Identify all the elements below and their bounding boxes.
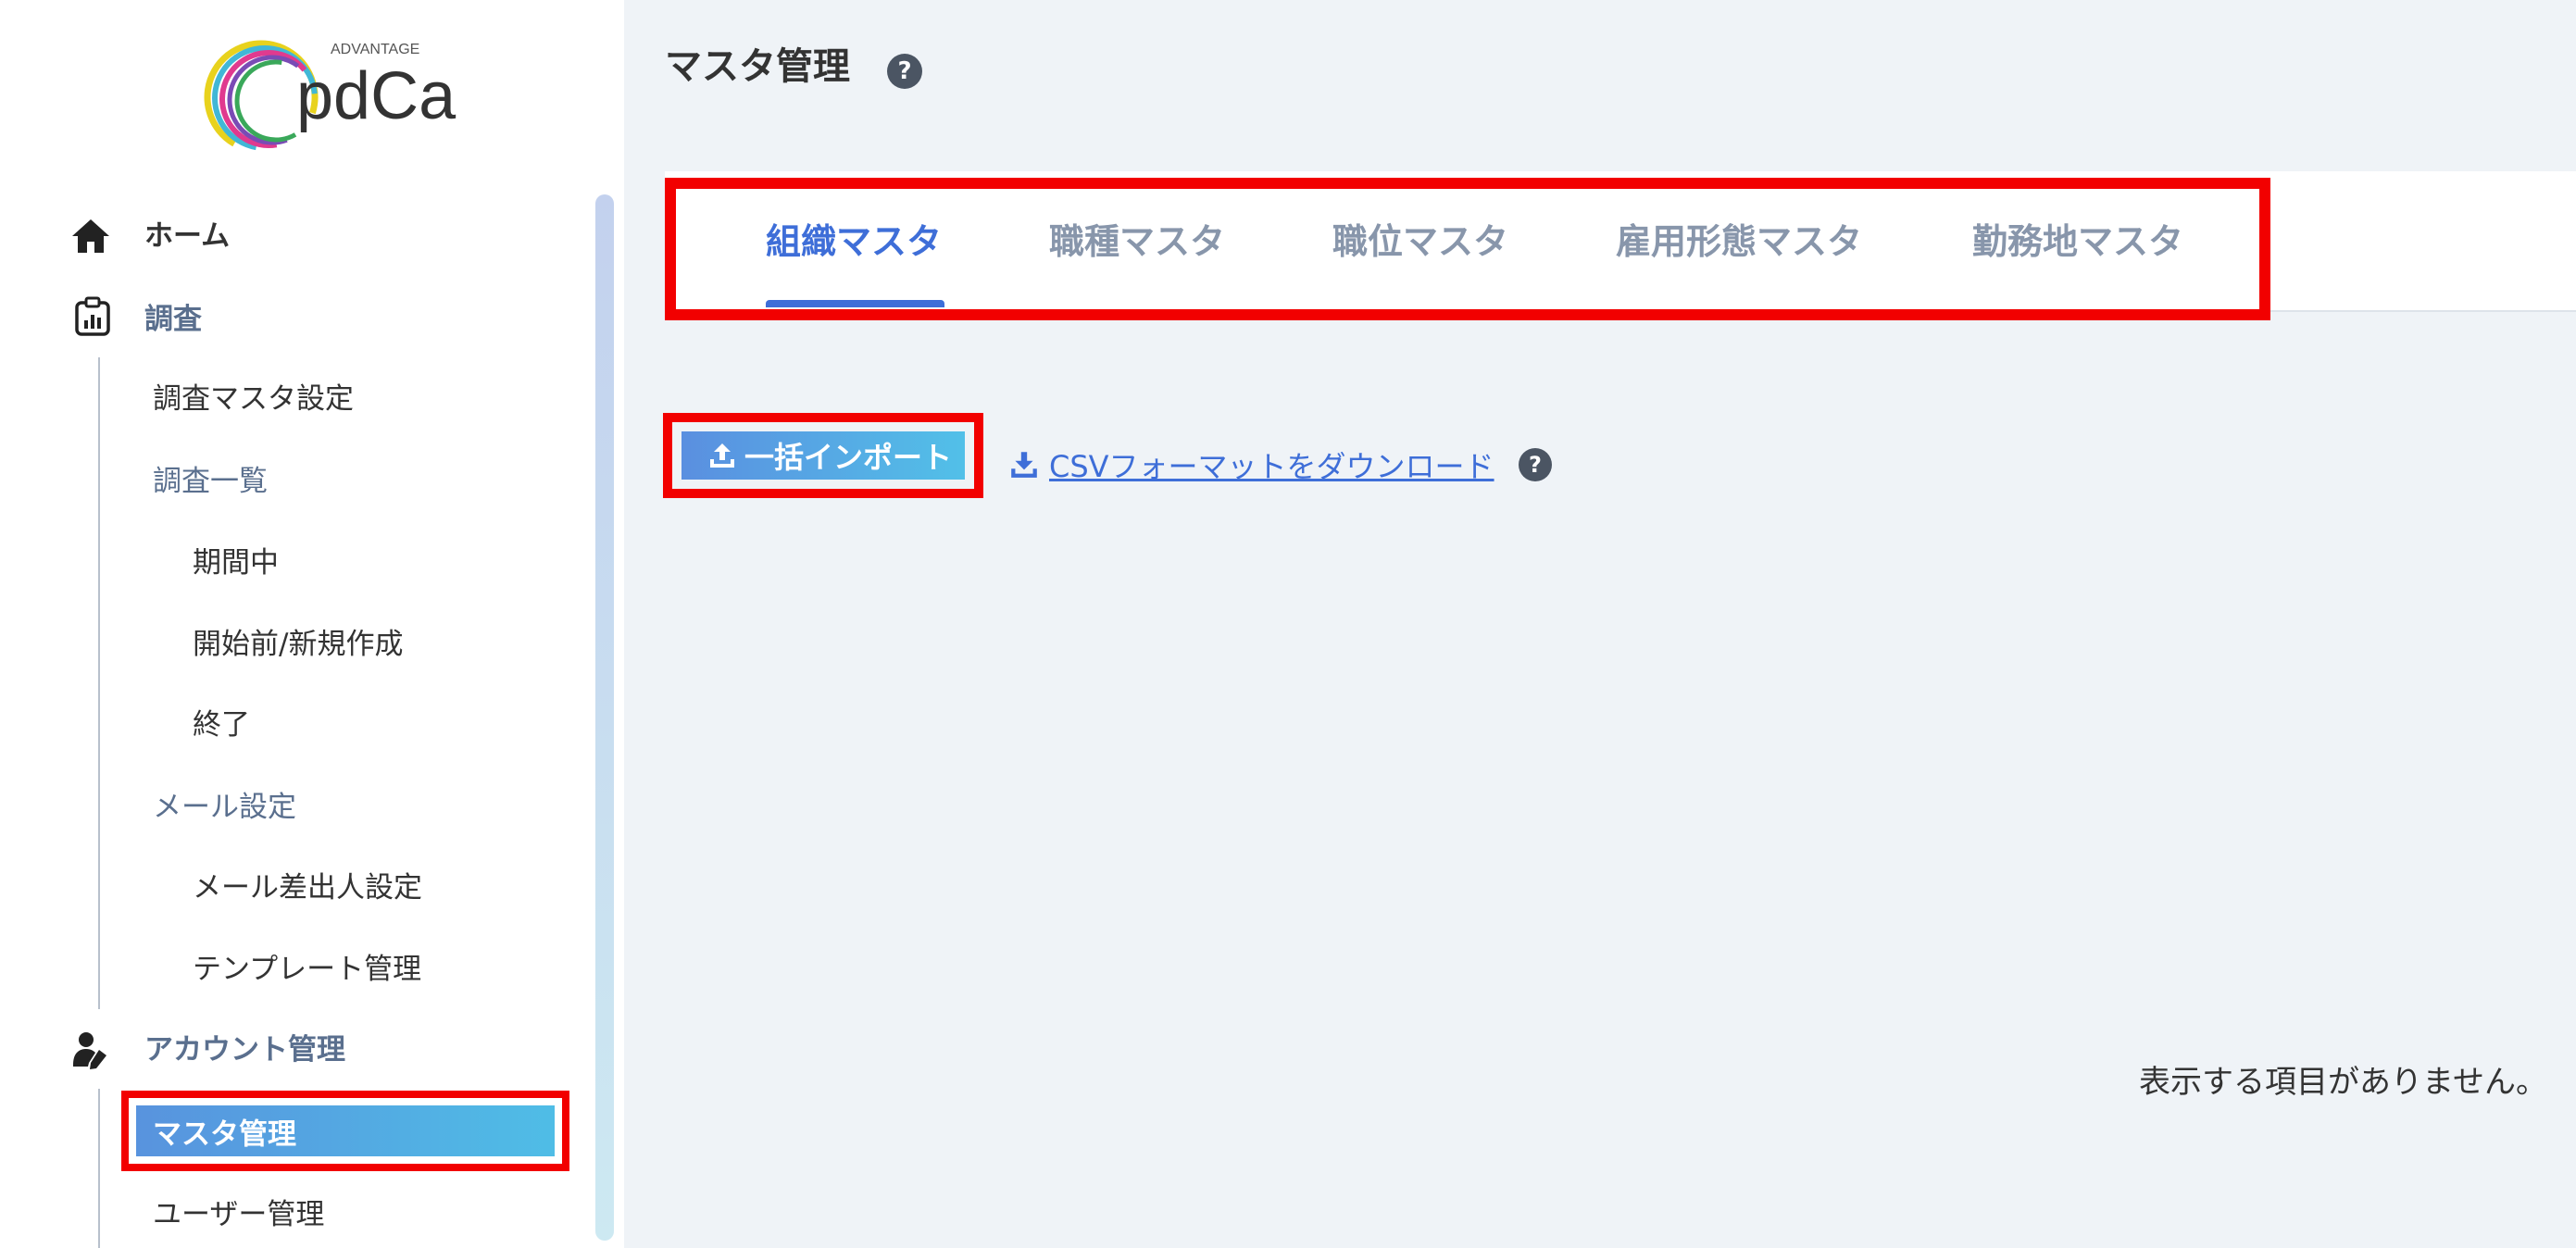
bulk-import-label: 一括インポート <box>744 440 953 475</box>
pdca-logo[interactable]: ADVANTAGE pdCa <box>196 28 474 176</box>
sidebar-item-mail-sender[interactable]: メール差出人設定 <box>193 874 422 903</box>
empty-state-message: 表示する項目がありません。 <box>2139 1064 2547 1101</box>
question-circle-icon[interactable]: ? <box>887 54 922 89</box>
clipboard-chart-icon <box>75 296 110 336</box>
sidebar-item-before-start[interactable]: 開始前/新規作成 <box>193 630 403 659</box>
sidebar-item-master-label: マスタ管理 <box>153 1117 296 1151</box>
sidebar-item-master-active[interactable]: マスタ管理 <box>121 1091 569 1171</box>
tree-line <box>98 1089 100 1248</box>
sidebar-item-in-progress[interactable]: 期間中 <box>193 549 279 578</box>
sidebar-item-survey-master[interactable]: 調査マスタ設定 <box>153 385 354 414</box>
bulk-import-button[interactable]: 一括インポート <box>663 413 983 498</box>
sidebar: ADVANTAGE pdCa ホーム 調査 調査マスタ設定 調査一覧 期間中 開… <box>0 0 624 1248</box>
sidebar-item-mail-settings[interactable]: メール設定 <box>153 793 296 822</box>
upload-icon <box>710 443 734 468</box>
download-icon <box>1011 452 1037 478</box>
logo-small-text: ADVANTAGE <box>331 42 419 57</box>
tab-highlight-frame <box>665 178 2270 320</box>
page-title: マスタ管理 <box>665 45 850 88</box>
sidebar-item-template[interactable]: テンプレート管理 <box>193 955 421 984</box>
sidebar-item-finished[interactable]: 終了 <box>193 711 250 740</box>
sidebar-item-account[interactable]: アカウント管理 <box>144 1036 345 1065</box>
csv-download-label: CSVフォーマットをダウンロード <box>1049 449 1494 484</box>
csv-download-link[interactable]: CSVフォーマットをダウンロード <box>1008 444 1494 485</box>
logo-wordmark: pdCa <box>296 59 456 133</box>
sidebar-item-survey-list[interactable]: 調査一覧 <box>153 468 268 496</box>
sidebar-scrollbar[interactable] <box>595 194 614 1241</box>
active-item-background: マスタ管理 <box>136 1105 555 1156</box>
question-circle-icon[interactable]: ? <box>1519 448 1552 481</box>
home-icon <box>72 219 109 253</box>
user-edit-icon <box>73 1032 106 1069</box>
sidebar-item-home[interactable]: ホーム <box>144 222 230 251</box>
tree-line <box>98 357 100 1009</box>
import-button-background: 一括インポート <box>682 431 965 480</box>
sidebar-item-users[interactable]: ユーザー管理 <box>153 1201 324 1229</box>
sidebar-item-survey[interactable]: 調査 <box>144 306 202 334</box>
